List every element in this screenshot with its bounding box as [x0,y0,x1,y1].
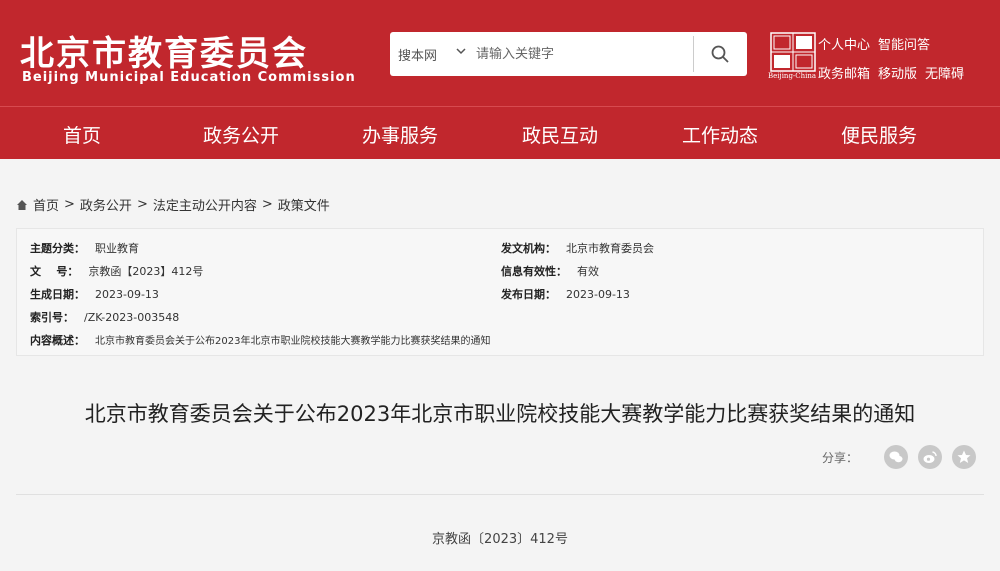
nav-item-home[interactable]: 首页 [2,121,162,148]
main-nav: 首页 政务公开 办事服务 政民互动 工作动态 便民服务 [0,106,1000,159]
gov-mail-link[interactable]: 政务邮箱 [818,67,870,82]
site-logo-english: Beijing Municipal Education Commission [22,70,356,85]
search-button[interactable] [702,40,738,68]
share-bar: 分享： [822,445,977,469]
search-divider [693,36,694,72]
search-bar: 搜本网 [390,32,747,76]
mobile-version-link[interactable]: 移动版 [878,67,917,82]
chevron-down-icon[interactable] [454,44,468,58]
search-icon [711,45,729,63]
nav-item-news[interactable]: 工作动态 [640,121,800,148]
meta-topic-value: 职业教育 [95,242,139,255]
breadcrumb-gov-affairs[interactable]: 政务公开 [80,195,132,214]
meta-summary-label: 内容概述： [30,334,85,347]
meta-issuer-label: 发文机构： [501,242,556,255]
breadcrumb-policy-documents[interactable]: 政策文件 [278,195,330,214]
home-icon [17,199,27,210]
meta-issuer: 发文机构： 北京市教育委员会 [501,240,654,256]
content-divider [16,494,984,495]
breadcrumb: 首页 > 政务公开 > 法定主动公开内容 > 政策文件 [16,195,330,214]
document-number: 京教函〔2023〕412号 [432,532,568,547]
top-links-row1: 个人中心 智能问答 [818,34,938,53]
seal-caption: Beijing-China [768,72,817,80]
meta-published-value: 2023-09-13 [566,288,630,301]
meta-index-no: 索引号： /ZK-2023-003548 [30,309,179,325]
meta-doc-no: 文 号： 京教函【2023】412号 [30,263,203,279]
smart-qa-link[interactable]: 智能问答 [878,38,930,53]
meta-created-value: 2023-09-13 [95,288,159,301]
favorite-share-button[interactable] [952,445,977,469]
site-logo-text[interactable]: 北京市教育委员会 [20,26,308,75]
share-label: 分享： [822,450,859,465]
breadcrumb-separator: > [136,197,148,212]
meta-published-label: 发布日期： [501,288,556,301]
meta-index-no-label: 索引号： [30,311,74,324]
meta-summary-value: 北京市教育委员会关于公布2023年北京市职业院校技能大赛教学能力比赛获奖结果的通… [95,336,491,347]
meta-topic-label: 主题分类： [30,242,85,255]
document-meta-panel: 主题分类： 职业教育 发文机构： 北京市教育委员会 文 号： 京教函【2023】412… [16,228,984,356]
meta-doc-no-value: 京教函【2023】412号 [88,265,204,278]
nav-item-gov-affairs[interactable]: 政务公开 [161,121,321,148]
search-scope-select[interactable]: 搜本网 [398,45,437,64]
top-links-row2: 政务邮箱 移动版 无障碍 [818,63,972,82]
meta-created: 生成日期： 2023-09-13 [30,286,159,302]
weibo-share-button[interactable] [918,445,943,469]
wechat-icon [889,451,903,463]
article-title: 北京市教育委员会关于公布2023年北京市职业院校技能大赛教学能力比赛获奖结果的通… [84,402,916,426]
breadcrumb-statutory-disclosure[interactable]: 法定主动公开内容 [153,195,257,214]
meta-issuer-value: 北京市教育委员会 [566,242,654,255]
accessibility-link[interactable]: 无障碍 [925,67,964,82]
breadcrumb-separator: > [261,197,273,212]
personal-center-link[interactable]: 个人中心 [818,38,870,53]
breadcrumb-separator: > [64,197,75,212]
meta-index-no-value: /ZK-2023-003548 [84,311,180,324]
breadcrumb-home[interactable]: 首页 [33,195,59,214]
meta-validity: 信息有效性： 有效 [501,263,599,279]
meta-validity-label: 信息有效性： [501,265,567,278]
wechat-share-button[interactable] [884,445,909,469]
meta-doc-no-label: 文 号： [30,265,79,278]
meta-topic: 主题分类： 职业教育 [30,240,139,256]
meta-validity-value: 有效 [577,265,599,278]
meta-created-label: 生成日期： [30,288,85,301]
weibo-icon [923,451,937,463]
nav-item-interaction[interactable]: 政民互动 [480,121,640,148]
nav-item-public-services[interactable]: 便民服务 [799,121,959,148]
star-icon [957,450,971,463]
nav-item-services[interactable]: 办事服务 [320,121,480,148]
site-header: 北京市教育委员会 Beijing Municipal Education Com… [0,0,1000,106]
meta-published: 发布日期： 2023-09-13 [501,286,630,302]
search-input[interactable] [476,40,676,68]
meta-summary: 内容概述： 北京市教育委员会关于公布2023年北京市职业院校技能大赛教学能力比赛获… [30,332,490,348]
